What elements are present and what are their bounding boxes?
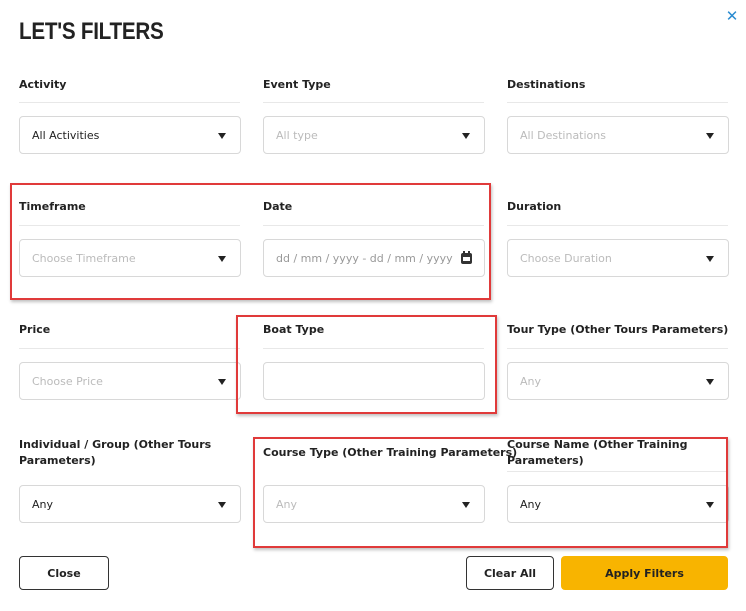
date-range-input[interactable]: dd / mm / yyyy - dd / mm / yyyy [263,239,485,277]
course-type-label: Course Type (Other Training Parameters) [263,446,518,459]
caret-down-icon [706,379,714,385]
activity-select[interactable]: All Activities [19,116,241,154]
tour-type-select[interactable]: Any [507,362,729,400]
divider [263,348,484,349]
divider [507,471,728,472]
individual-group-select[interactable]: Any [19,485,241,523]
price-label: Price [19,323,51,336]
divider [19,102,240,103]
caret-down-icon [706,256,714,262]
course-type-select[interactable]: Any [263,485,485,523]
individual-group-label: Individual / Group (Other Tours Paramete… [19,438,212,467]
timeframe-label: Timeframe [19,200,86,213]
dialog-title: LET'S FILTERS [19,18,164,45]
date-placeholder: dd / mm / yyyy - dd / mm / yyyy [276,252,453,265]
caret-down-icon [218,379,226,385]
caret-down-icon [706,133,714,139]
price-select[interactable]: Choose Price [19,362,241,400]
divider [263,102,484,103]
timeframe-placeholder: Choose Timeframe [32,252,136,265]
caret-down-icon [462,133,470,139]
destinations-select[interactable]: All Destinations [507,116,729,154]
duration-label: Duration [507,200,562,213]
destinations-placeholder: All Destinations [520,129,606,142]
close-button[interactable]: Close [19,556,109,590]
duration-select[interactable]: Choose Duration [507,239,729,277]
course-name-select[interactable]: Any [507,485,729,523]
timeframe-select[interactable]: Choose Timeframe [19,239,241,277]
price-placeholder: Choose Price [32,375,103,388]
apply-filters-button[interactable]: Apply Filters [561,556,728,590]
divider [19,225,240,226]
divider [507,225,728,226]
caret-down-icon [218,256,226,262]
caret-down-icon [462,502,470,508]
boat-type-input[interactable] [263,362,485,400]
duration-placeholder: Choose Duration [520,252,612,265]
course-name-label: Course Name (Other Training Parameters) [507,438,688,467]
individual-group-value: Any [32,498,54,511]
activity-value: All Activities [32,129,100,142]
course-type-placeholder: Any [276,498,298,511]
course-name-value: Any [520,498,542,511]
event-type-placeholder: All type [276,129,318,142]
divider [263,225,484,226]
boat-type-label: Boat Type [263,323,325,336]
caret-down-icon [218,502,226,508]
caret-down-icon [218,133,226,139]
destinations-label: Destinations [507,78,586,91]
divider [507,348,728,349]
clear-all-button[interactable]: Clear All [466,556,554,590]
tour-type-label: Tour Type (Other Tours Parameters) [507,323,729,336]
caret-down-icon [706,502,714,508]
date-label: Date [263,200,293,213]
calendar-icon[interactable] [461,251,472,264]
event-type-label: Event Type [263,78,331,91]
close-icon[interactable]: ✕ [722,6,742,26]
activity-label: Activity [19,78,67,91]
tour-type-placeholder: Any [520,375,542,388]
divider [19,348,240,349]
divider [507,102,728,103]
event-type-select[interactable]: All type [263,116,485,154]
